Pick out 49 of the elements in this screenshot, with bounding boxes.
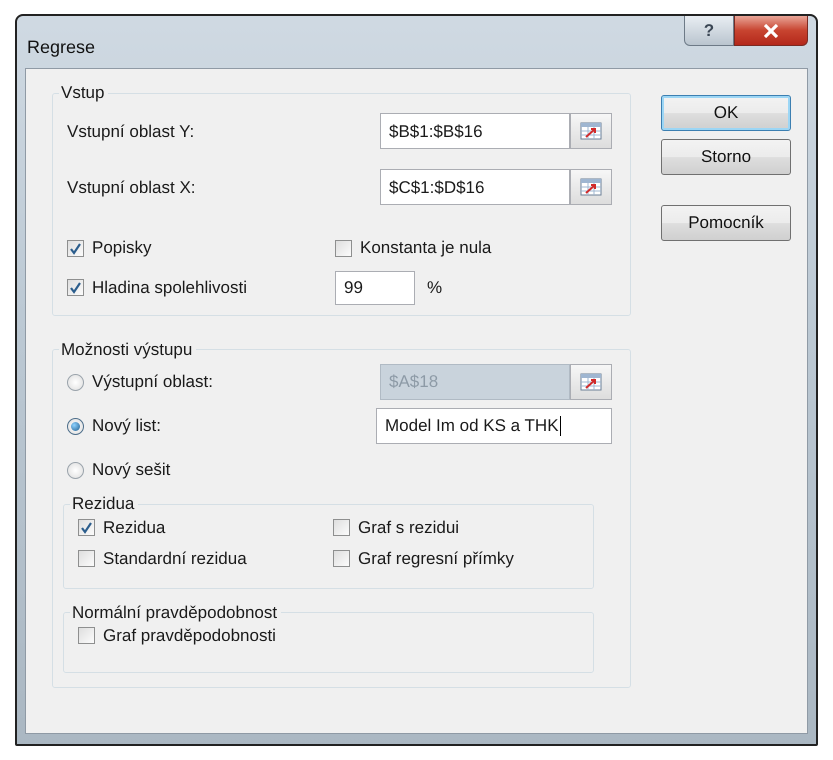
dialog-button[interactable]: OK bbox=[661, 94, 791, 131]
range-picker-button[interactable] bbox=[570, 113, 612, 150]
checkbox[interactable] bbox=[78, 518, 95, 536]
radio-button[interactable] bbox=[67, 462, 84, 479]
checkbox[interactable] bbox=[78, 550, 95, 568]
check-icon bbox=[69, 281, 82, 294]
field-label: Vstupní oblast Y: bbox=[67, 120, 194, 142]
group-title: Vstup bbox=[60, 82, 106, 104]
check-icon bbox=[80, 520, 93, 534]
checkbox-label: Graf regresní přímky bbox=[358, 548, 514, 570]
range-picker-button[interactable] bbox=[570, 364, 612, 400]
checkbox-label: Popisky bbox=[92, 237, 152, 260]
checkbox[interactable] bbox=[67, 240, 84, 256]
check-icon bbox=[69, 242, 82, 254]
checkbox[interactable] bbox=[67, 279, 84, 296]
range-field[interactable]: $C$1:$D$16 bbox=[380, 169, 570, 206]
text-field[interactable]: Model Im od KS a THK bbox=[376, 408, 612, 444]
table-arrow-icon bbox=[580, 178, 602, 196]
unit-label: % bbox=[427, 277, 442, 299]
field-label: Vstupní oblast X: bbox=[67, 176, 196, 198]
group-title: Rezidua bbox=[71, 494, 136, 515]
checkbox-label: Hladina spolehlivosti bbox=[92, 277, 247, 299]
radio-label: Nový sešit bbox=[92, 459, 170, 482]
checkbox-label: Graf s rezidui bbox=[358, 516, 460, 539]
window-title: Regrese bbox=[26, 36, 96, 59]
range-field[interactable]: $B$1:$B$16 bbox=[380, 113, 570, 150]
group-title: Normální pravděpodobnost bbox=[71, 602, 278, 623]
range-field: $A$18 bbox=[380, 364, 570, 400]
checkbox-label: Standardní rezidua bbox=[103, 548, 247, 570]
table-arrow-icon bbox=[580, 122, 602, 140]
dialog-button[interactable]: Pomocník bbox=[661, 204, 791, 241]
checkbox[interactable] bbox=[78, 627, 95, 644]
table-arrow-icon bbox=[580, 373, 602, 392]
radio-button[interactable] bbox=[67, 418, 84, 435]
checkbox-label: Konstanta je nula bbox=[360, 237, 492, 260]
radio-label: Výstupní oblast: bbox=[92, 371, 213, 394]
radio-label: Nový list: bbox=[92, 415, 161, 438]
group-title: Možnosti výstupu bbox=[60, 340, 194, 360]
confidence-field[interactable]: 99 bbox=[335, 270, 415, 305]
checkbox[interactable] bbox=[335, 240, 352, 256]
checkbox[interactable] bbox=[333, 550, 350, 568]
checkbox-label: Graf pravděpodobnosti bbox=[103, 624, 276, 647]
close-button[interactable] bbox=[734, 16, 808, 46]
checkbox[interactable] bbox=[333, 518, 350, 536]
checkbox-label: Rezidua bbox=[103, 516, 166, 539]
help-button[interactable]: ? bbox=[684, 16, 734, 46]
close-icon bbox=[763, 24, 779, 38]
dialog-button[interactable]: Storno bbox=[661, 138, 791, 175]
range-picker-button[interactable] bbox=[570, 169, 612, 206]
